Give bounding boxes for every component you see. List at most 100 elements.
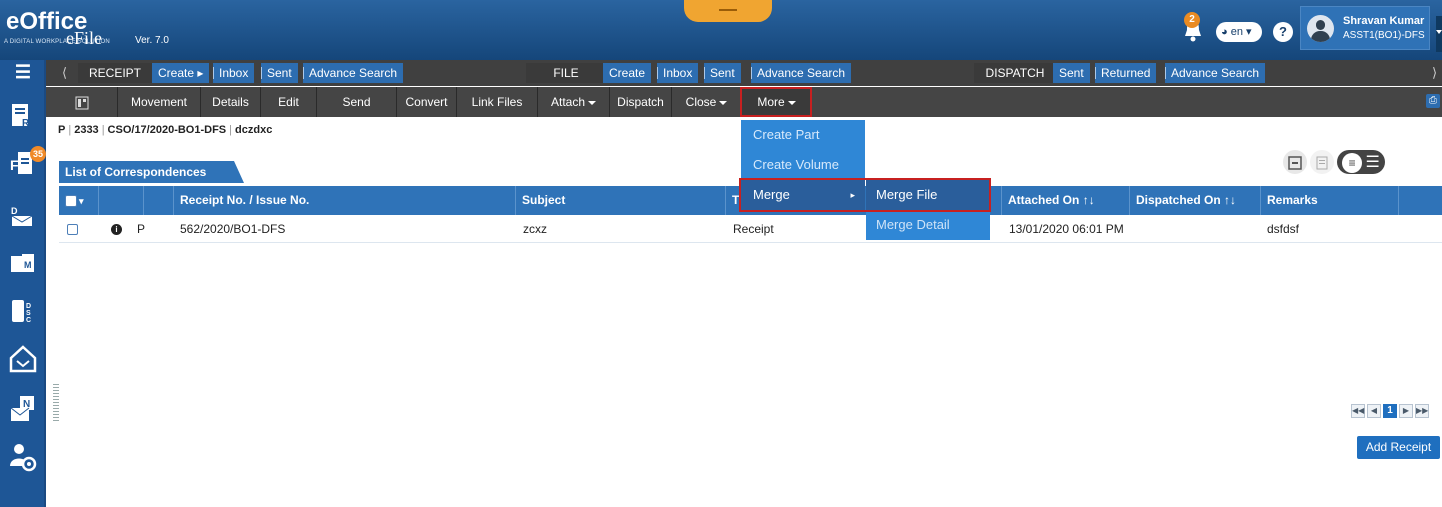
add-receipt-button[interactable]: Add Receipt	[1357, 436, 1440, 459]
language-selector[interactable]: ◕ en ▾	[1216, 22, 1262, 42]
receipt-inbox-link[interactable]: Inbox	[213, 63, 255, 83]
doc-module-icon[interactable]: DSC	[8, 296, 38, 326]
select-all-checkbox[interactable]	[65, 194, 77, 207]
convert-button[interactable]: Convert	[397, 87, 457, 117]
section-title: List of Correspondences	[59, 161, 245, 183]
row-type: Receipt	[733, 222, 774, 236]
icon-column-header	[99, 186, 144, 215]
merge-detail-menu-item[interactable]: Merge Detail	[866, 210, 990, 240]
list-view-toggle[interactable]: ≡ ☰	[1337, 150, 1385, 174]
first-page-icon[interactable]: ◀◀	[1351, 404, 1365, 418]
dispatch-button[interactable]: Dispatch	[610, 87, 672, 117]
attach-dropdown[interactable]: Attach	[538, 87, 610, 117]
chevron-down-icon: ▾	[1246, 26, 1252, 38]
close-dropdown[interactable]: Close	[672, 87, 742, 117]
user-name: Shravan Kumar	[1343, 15, 1425, 27]
receipt-create-link[interactable]: Create ▸	[152, 63, 210, 83]
print-icon[interactable]: ⎙	[1426, 94, 1440, 108]
attached-on-column-header[interactable]: Attached On ↑↓	[1002, 186, 1130, 215]
details-button[interactable]: Details	[201, 87, 261, 117]
previous-page-icon[interactable]: ◀	[1367, 404, 1381, 418]
receipt-module-icon[interactable]: R	[8, 100, 38, 130]
subject-column-header[interactable]: Subject	[516, 186, 726, 215]
svg-text:S: S	[26, 310, 31, 317]
create-volume-menu-item[interactable]: Create Volume	[741, 150, 865, 180]
user-role: ASST1(BO1)-DFS	[1343, 30, 1425, 41]
nav-scroll-left-icon[interactable]: ⟨	[62, 63, 72, 83]
receipt-create-label: Create	[158, 66, 195, 80]
close-label: Close	[685, 95, 717, 109]
edit-button[interactable]: Edit	[261, 87, 317, 117]
movement-button[interactable]: Movement	[118, 87, 201, 117]
breadcrumb: P | 2333 | CSO/17/2020-BO1-DFS | dczdxc	[58, 124, 273, 136]
file-sent-link[interactable]: Sent	[704, 63, 741, 83]
receipt-section-label: RECEIPT	[78, 63, 152, 83]
user-settings-icon[interactable]	[8, 442, 38, 472]
select-all-dropdown[interactable]: ▾	[59, 186, 99, 215]
svg-text:C: C	[26, 317, 31, 324]
nav-scroll-right-icon[interactable]: ⟩	[1432, 63, 1442, 83]
collapse-view-icon[interactable]	[1283, 150, 1307, 174]
row-remarks: dsfdsf	[1267, 222, 1300, 236]
dispatch-module-icon[interactable]: D	[8, 200, 38, 230]
help-icon[interactable]: ?	[1273, 22, 1293, 42]
last-page-icon[interactable]: ▶▶	[1415, 404, 1429, 418]
receipt-sent-link[interactable]: Sent	[261, 63, 298, 83]
dispatched-on-column-header[interactable]: Dispatched On ↑↓	[1130, 186, 1261, 215]
sort-icon: ↑↓	[1082, 193, 1095, 207]
document-view-icon[interactable]	[1310, 150, 1334, 174]
row-attached-on: 13/01/2020 06:01 PM	[1009, 222, 1124, 236]
dispatch-sent-link[interactable]: Sent	[1053, 63, 1090, 83]
top-collapse-handle[interactable]	[684, 0, 772, 22]
row-receipt-no[interactable]: 562/2020/BO1-DFS	[180, 216, 285, 243]
info-icon[interactable]: i	[111, 216, 122, 243]
breadcrumb-number: 2333	[74, 124, 99, 136]
file-toolbar: Movement Details Edit Send Convert Link …	[46, 87, 1442, 117]
create-part-menu-item[interactable]: Create Part	[741, 120, 865, 150]
chevron-right-icon: ▸	[197, 66, 204, 80]
file-advance-search-link[interactable]: Advance Search	[751, 63, 852, 83]
remarks-column-header[interactable]: Remarks	[1261, 186, 1399, 215]
file-inbox-link[interactable]: Inbox	[657, 63, 699, 83]
dispatch-advance-search-link[interactable]: Advance Search	[1165, 63, 1266, 83]
breadcrumb-subject: dczdxc	[235, 124, 273, 136]
flag-column-header	[144, 186, 174, 215]
notification-module-icon[interactable]: N	[8, 394, 38, 424]
mail-module-icon[interactable]: M	[8, 248, 38, 278]
globe-icon: ◕	[1221, 26, 1228, 38]
app: eOffice A DIGITAL WORKPLACE SOLUTION eFi…	[0, 0, 1442, 507]
file-view-icon	[75, 96, 88, 110]
next-page-icon[interactable]: ▶	[1399, 404, 1413, 418]
row-flag: P	[137, 222, 146, 236]
user-profile[interactable]: Shravan Kumar ASST1(BO1)-DFS	[1300, 6, 1430, 50]
file-create-link[interactable]: Create	[603, 63, 652, 83]
more-highlight-box	[740, 87, 812, 117]
language-label: en	[1230, 26, 1243, 38]
hamburger-menu-icon[interactable]: ☰	[8, 62, 38, 92]
app-name: eFile	[66, 28, 102, 48]
row-checkbox[interactable]	[67, 216, 78, 243]
chevron-down-icon	[719, 100, 728, 105]
svg-text:M: M	[24, 260, 32, 270]
header-caret-icon[interactable]	[1436, 16, 1442, 52]
sidebar-drag-handle[interactable]	[53, 384, 59, 422]
svg-text:F: F	[10, 157, 19, 173]
link-files-button[interactable]: Link Files	[457, 87, 538, 117]
dispatched-on-label: Dispatched On	[1136, 193, 1221, 207]
chevron-down-icon	[588, 100, 597, 105]
knowledge-module-icon[interactable]	[8, 344, 38, 374]
avatar	[1307, 15, 1334, 42]
row-subject: zcxz	[523, 222, 547, 236]
receipt-advance-search-link[interactable]: Advance Search	[303, 63, 404, 83]
send-button[interactable]: Send	[317, 87, 397, 117]
file-view-button[interactable]	[46, 87, 118, 117]
table-row[interactable]: i P 562/2020/BO1-DFS zcxz Receipt 13/01/…	[59, 216, 1442, 243]
notification-count-badge: 2	[1184, 12, 1200, 28]
receipt-no-column-header[interactable]: Receipt No. / Issue No.	[174, 186, 516, 215]
breadcrumb-file-no: CSO/17/2020-BO1-DFS	[107, 124, 227, 136]
dispatch-returned-link[interactable]: Returned	[1095, 63, 1157, 83]
app-version: Ver. 7.0	[135, 35, 169, 46]
attach-label: Attach	[550, 95, 586, 109]
file-section-label: FILE	[526, 63, 606, 83]
current-page-button[interactable]: 1	[1383, 404, 1397, 418]
